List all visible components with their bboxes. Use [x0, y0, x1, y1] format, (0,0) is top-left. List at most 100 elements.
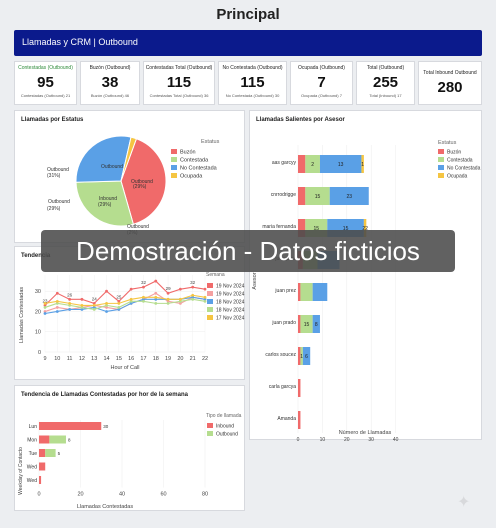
legend-swatch	[207, 307, 213, 312]
bar-segment[interactable]	[298, 411, 301, 429]
hbar-big-legend-label: Ocupada	[447, 174, 468, 180]
x-tick-label: 40	[393, 437, 399, 441]
line-legend-label: 18 Nov 2024	[216, 308, 245, 314]
kpi-label: Total (Outbound)	[366, 65, 405, 71]
bar-segment[interactable]	[298, 315, 301, 333]
bar-segment[interactable]	[312, 283, 328, 301]
legend-swatch	[171, 173, 177, 178]
pie-legend-label: Buzón	[180, 150, 196, 156]
legend-swatch	[438, 165, 444, 170]
legend-swatch	[438, 173, 444, 178]
x-tick-label: 11	[67, 356, 73, 362]
kpi-label: Total Inbound Outbound	[423, 70, 477, 76]
data-point	[203, 299, 207, 303]
kpi-value: 255	[372, 74, 399, 91]
data-point	[166, 291, 170, 295]
hbar-big-legend-title: Estatus	[438, 140, 457, 146]
kpi-card[interactable]: Total Inbound Outbound 280	[418, 61, 482, 105]
x-tick-label: 17	[140, 356, 146, 362]
bar-segment[interactable]	[300, 283, 313, 301]
data-point	[154, 301, 158, 305]
pie-slice-label: (31%)	[47, 173, 61, 179]
hbar-legend-label: Outbound	[216, 432, 238, 438]
pie-legend-label: Ocupada	[180, 174, 203, 180]
data-label: 5	[58, 451, 61, 456]
data-point	[203, 287, 207, 291]
data-point	[80, 297, 84, 301]
data-label: 32	[190, 280, 196, 285]
bar-segment[interactable]	[39, 435, 50, 444]
bar-segment[interactable]	[298, 187, 306, 205]
kpi-card[interactable]: No Contestada (Outbound) 115 No Contestada…	[218, 61, 287, 105]
pie-slice-label: Outbound	[101, 164, 123, 170]
weekday-bar-title: Tendencia de Llamadas Contestadas por ho…	[21, 392, 188, 398]
data-point	[55, 291, 59, 295]
weekday-bar-chart: 0 20 40 60 80 Lun 30 Mon 8 Tue 5 Wed WedWeekday of C…	[18, 413, 242, 510]
data-point	[43, 312, 47, 315]
bar-segment[interactable]	[39, 422, 102, 430]
sparkle-icon: ✦	[457, 494, 471, 511]
data-point	[166, 301, 170, 305]
dashboard-banner[interactable]: Llamadas y CRM | Outbound	[14, 30, 482, 56]
y-tick-label: 0	[38, 350, 41, 356]
legend-swatch	[207, 291, 213, 296]
data-point	[154, 291, 158, 295]
hbar-legend-label: Inbound	[216, 424, 234, 430]
bar-segment[interactable]	[39, 449, 46, 457]
data-label: 30	[103, 424, 109, 429]
kpi-label: No Contestada (Outbound)	[222, 65, 283, 71]
data-point	[105, 301, 108, 305]
y-tick-label: Mon	[27, 438, 37, 444]
kpi-value: 95	[37, 74, 54, 91]
y-tick-label: 20	[35, 309, 41, 315]
bar-segment[interactable]	[298, 379, 301, 397]
bar-segment[interactable]	[298, 155, 306, 173]
data-point	[178, 287, 182, 291]
data-label: 32	[141, 280, 147, 285]
y-axis-title: Weekday of Contacto	[18, 447, 24, 495]
x-tick-label: 19	[165, 356, 171, 362]
data-label: 24	[92, 296, 98, 301]
kpi-subtext: Total (Inbound) 17	[369, 93, 402, 98]
bar-segment[interactable]	[39, 476, 42, 484]
x-tick-label: 80	[202, 492, 208, 498]
x-axis-title: Hour of Call	[110, 365, 139, 371]
data-point	[68, 297, 72, 301]
line-legend-label: 17 Nov 2024	[216, 316, 245, 322]
data-point	[43, 306, 47, 309]
data-point	[129, 287, 133, 291]
kpi-value: 115	[166, 74, 192, 91]
kpi-label: Buzón (Outbound)	[89, 65, 131, 71]
bar-segment[interactable]	[298, 283, 301, 301]
kpi-card[interactable]: Ocupada (Outbound) 7 Ocupada (Outbound) 7	[290, 61, 353, 105]
data-point	[55, 310, 59, 313]
x-tick-label: 0	[37, 492, 40, 498]
data-label: 8	[68, 438, 71, 443]
data-point	[166, 297, 170, 301]
data-point	[105, 310, 108, 313]
y-tick-label: Lun	[29, 424, 38, 430]
x-tick-label: 20	[177, 356, 183, 362]
y-axis-title: Asesor	[252, 272, 258, 289]
y-tick-label: juan prez	[274, 288, 296, 294]
kpi-card[interactable]: Buzón (Outbound) 38 Buzón (Outbound) 46	[80, 61, 140, 105]
kpi-subtext: No Contestada (Outbound) 30	[225, 93, 280, 98]
data-label: 2	[311, 162, 314, 168]
kpi-card[interactable]: Contestadas (Outbound) 95 Contestadas (Out…	[14, 61, 77, 105]
data-point	[68, 301, 72, 305]
weekday-bar-panel: Tendencia de Llamadas Contestadas por ho…	[14, 385, 245, 511]
asesor-bar-panel: Llamadas Salientes por Asesor 0 10 20 30 40 a…	[249, 110, 482, 443]
y-tick-label: Tue	[29, 451, 38, 457]
line-legend-title: Semana	[206, 272, 225, 278]
bar-segment[interactable]	[39, 462, 46, 471]
bar-segment[interactable]	[45, 449, 56, 457]
kpi-card[interactable]: Total (Outbound) 255 Total (Inbound) 17	[356, 61, 415, 105]
y-tick-label: Amanda	[277, 416, 296, 422]
kpi-subtext: Contestadas Total (Outbound) 36	[149, 93, 209, 98]
bar-segment[interactable]	[49, 435, 66, 444]
x-tick-label: 20	[344, 437, 350, 441]
y-tick-label: carla garcya	[269, 384, 296, 390]
x-tick-label: 0	[297, 437, 300, 441]
kpi-card[interactable]: Contestadas Total (Outbound) 115 Contestad…	[143, 61, 215, 105]
hbar-big-legend-label: Contestada	[447, 158, 473, 164]
